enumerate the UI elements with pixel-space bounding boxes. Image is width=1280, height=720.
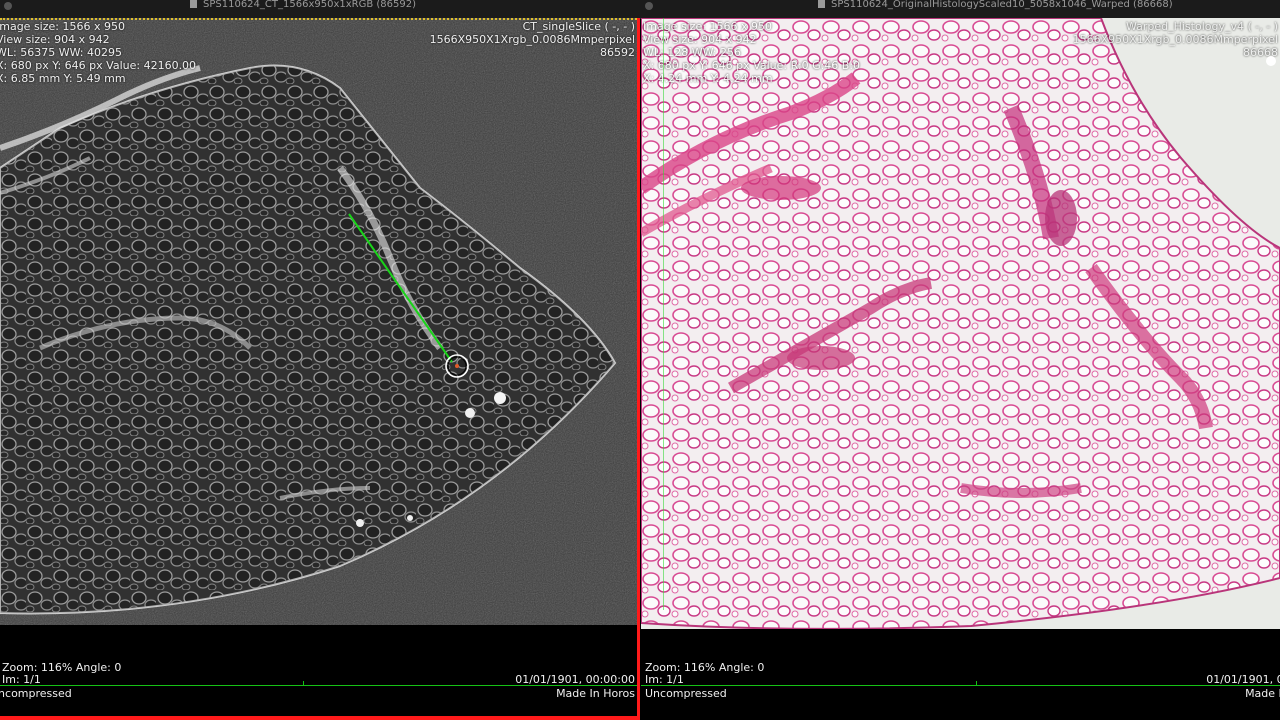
histology-image[interactable] [641,18,1280,700]
document-icon [818,0,825,8]
selection-top-border [0,18,637,20]
window-level-label: WL: 128 WW: 256 [643,46,742,59]
compression-label: Uncompressed [645,687,727,700]
ruler-tick [976,681,977,686]
ct-info-top-left: Image size: 1566 x 950 View size: 904 x … [0,20,196,85]
series-name-label: Warped_Histology_v4 ( -, - ) [1125,20,1278,33]
histology-window-title: SPS110624_OriginalHistologyScaled10_5058… [818,0,1173,18]
document-icon [190,0,197,8]
close-window-icon[interactable] [4,2,12,10]
credit-label: Made In Horos [556,687,635,700]
histology-viewer[interactable]: Image size: 1566 x 950 View size: 904 x … [641,18,1280,700]
series-name-label: CT_singleSlice ( -, - ) [522,20,635,33]
pixel-value-label: X: 680 px Y: 646 px Value: R:0 G:46 B:0 [643,59,861,72]
mm-position-label: X: 6.85 mm Y: 5.49 mm [0,72,126,85]
active-pane-divider[interactable] [637,18,640,720]
selection-bottom-border [0,716,639,720]
histology-info-top-right: Warped_Histology_v4 ( -, - ) 1566X950X1X… [1073,20,1278,59]
view-size-label: View size: 904 x 942 [643,33,757,46]
image-index-label: Im: 1/1 [2,673,41,686]
ct-image[interactable] [0,18,637,700]
image-size-label: Image size: 1566 x 950 [0,20,125,33]
image-index-label: Im: 1/1 [645,673,684,686]
series-description-label: 1566X950X1Xrgb_0.0086Mmperpixel [429,33,635,46]
close-window-icon[interactable] [645,2,653,10]
image-size-label: Image size: 1566 x 950 [643,20,772,33]
series-id-label: 86592 [600,46,635,59]
ct-info-top-right: CT_singleSlice ( -, - ) 1566X950X1Xrgb_0… [430,20,635,59]
view-size-label: View size: 904 x 942 [0,33,110,46]
window-level-label: WL: 56375 WW: 40295 [0,46,123,59]
datetime-label: 01/01/1901, 00:00:00 [515,673,635,686]
ruler-tick [303,681,304,686]
compression-label: Uncompressed [0,687,72,700]
series-description-label: 1566X950X1Xrgb_0.0086Mmperpixel [1072,33,1278,46]
scale-ruler [641,685,1280,686]
ct-window-title: SPS110624_CT_1566x950x1xRGB (86592) [190,0,416,18]
credit-label: Made In Horos [1245,687,1280,700]
cursor-sync-line [663,18,664,610]
orientation-icon[interactable] [1266,56,1276,66]
ct-viewer[interactable]: Image size: 1566 x 950 View size: 904 x … [0,18,637,700]
mm-position-label: X: 4.24 mm Y: 4.24 mm [643,72,773,85]
pixel-value-label: X: 680 px Y: 646 px Value: 42160.00 [0,59,197,72]
histology-info-top-left: Image size: 1566 x 950 View size: 904 x … [643,20,860,85]
datetime-label: 01/01/1901, 00:00:00 [1206,673,1280,686]
series-id-label: 86668 [1243,46,1278,59]
window-title-bar: SPS110624_CT_1566x950x1xRGB (86592) SPS1… [0,0,1280,19]
